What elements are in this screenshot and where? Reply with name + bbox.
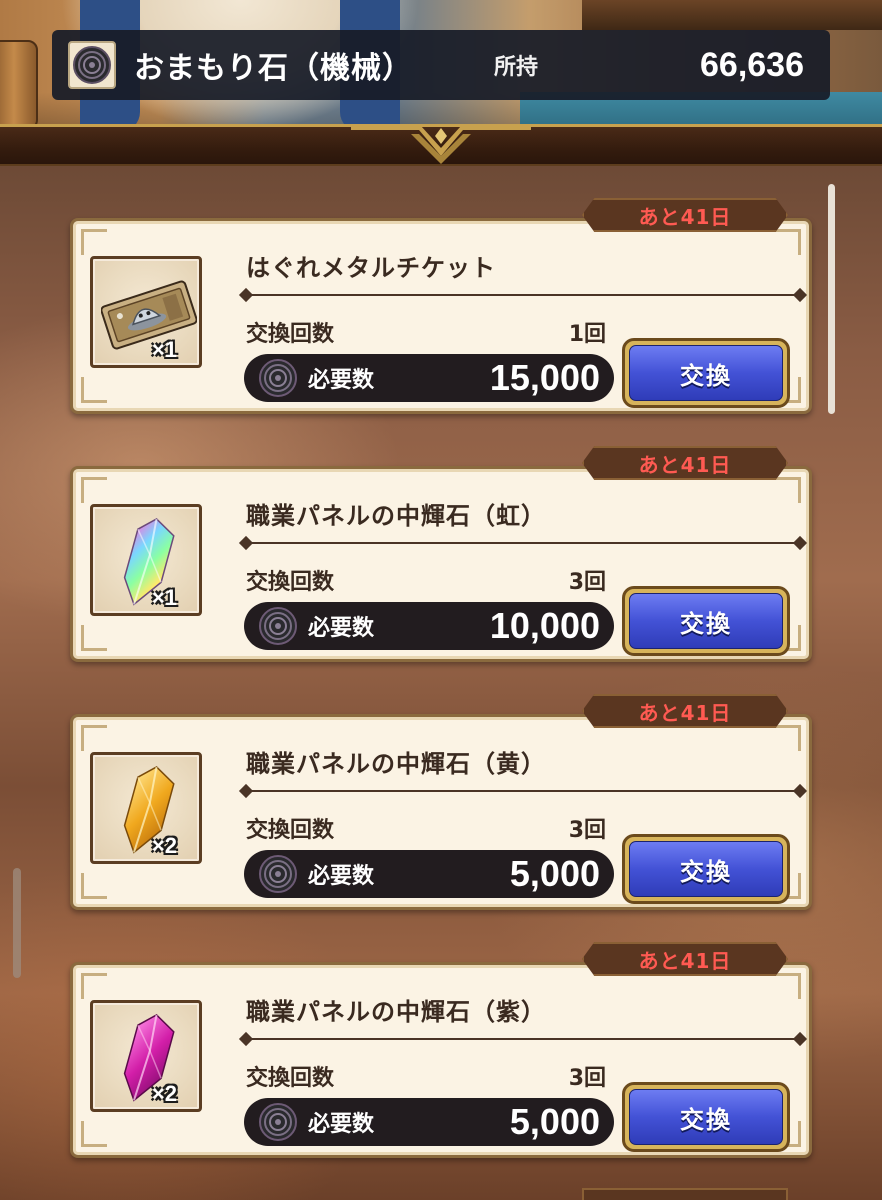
currency-header: おまもり石（機械） 所持 66,636 [52,30,830,100]
currency-name: おまもり石（機械） [134,51,413,86]
remaining-days-tag: あと41日 [582,198,788,232]
exchange-button-label: 交換 [629,1089,783,1145]
rainbow-crystal-icon [123,517,175,606]
remaining-days-tag: あと41日 [582,446,788,480]
item-quantity: ×2 [151,1081,177,1106]
scrollbar[interactable] [828,184,835,414]
exchange-button-label: 交換 [629,345,783,401]
omamori-stone-icon [259,359,297,397]
item-quantity: ×1 [151,585,177,610]
exchange-button-label: 交換 [629,841,783,897]
remaining-days-tag: あと41日 [582,942,788,976]
exchange-item-card: あと41日 ×2 職業パネルの中輝石（紫） 交換回数 3回 必要数 5,000 … [70,942,812,1158]
required-label: 必要数 [308,616,375,641]
metal-ticket-icon [101,280,197,350]
required-amount: 10,000 [489,605,600,646]
exchange-item-card: あと41日 ×2 職業パネルの中輝石（黄） 交換回数 3回 必要数 5,000 … [70,694,812,910]
exchange-count-label: 交換回数 [246,1066,335,1091]
exchange-count-value: 3回 [568,570,606,595]
item-thumbnail[interactable]: ×2 [90,752,202,864]
purple-crystal-icon [123,1013,175,1102]
exchange-button[interactable]: 交換 [622,586,790,656]
exchange-button[interactable]: 交換 [622,338,790,408]
exchange-count-label: 交換回数 [246,818,335,843]
left-edge-handle[interactable] [13,868,21,978]
yellow-crystal-icon [123,765,175,854]
exchange-button[interactable]: 交換 [622,1082,790,1152]
item-quantity: ×2 [151,833,177,858]
next-card-tag-partial [582,1188,788,1200]
item-thumbnail[interactable]: ×2 [90,1000,202,1112]
item-thumbnail[interactable]: ×1 [90,504,202,616]
required-amount-pill: 必要数 15,000 [244,354,614,402]
item-thumbnail[interactable]: ×1 [90,256,202,368]
exchange-count-label: 交換回数 [246,322,335,347]
exchange-count-value: 3回 [568,818,606,843]
required-amount-pill: 必要数 5,000 [244,1098,614,1146]
omamori-stone-icon [259,1103,297,1141]
exchange-count-value: 1回 [568,322,606,347]
omamori-stone-icon [68,41,116,89]
name-divider [246,1038,800,1040]
own-label: 所持 [494,55,539,80]
own-count: 66,636 [700,45,804,84]
name-divider [246,542,800,544]
remaining-days-tag: あと41日 [582,694,788,728]
item-name: 職業パネルの中輝石（黄） [246,750,546,778]
omamori-stone-icon [259,855,297,893]
required-amount: 5,000 [509,1101,600,1142]
name-divider [246,790,800,792]
required-label: 必要数 [308,864,375,889]
required-amount-pill: 必要数 5,000 [244,850,614,898]
required-label: 必要数 [308,368,375,393]
required-amount-pill: 必要数 10,000 [244,602,614,650]
item-name: 職業パネルの中輝石（紫） [246,998,546,1026]
exchange-button-label: 交換 [629,593,783,649]
required-amount: 15,000 [489,357,600,398]
exchange-item-card: あと41日 ×1 職業パネルの中輝石（虹） 交換回数 3回 必要数 10,000… [70,446,812,662]
exchange-item-card: あと41日 ×1 はぐれメタルチケット 交換回数 1回 必要数 15,000 交… [70,198,812,414]
omamori-stone-icon [259,607,297,645]
exchange-button[interactable]: 交換 [622,834,790,904]
background-shelf [582,0,882,30]
gold-ornament-icon [351,126,531,164]
background-barrel [0,40,38,130]
item-name: 職業パネルの中輝石（虹） [246,502,546,530]
item-name: はぐれメタルチケット [246,254,496,282]
name-divider [246,294,800,296]
required-amount: 5,000 [509,853,600,894]
exchange-count-label: 交換回数 [246,570,335,595]
exchange-count-value: 3回 [568,1066,606,1091]
required-label: 必要数 [308,1112,375,1137]
item-quantity: ×1 [151,337,177,362]
